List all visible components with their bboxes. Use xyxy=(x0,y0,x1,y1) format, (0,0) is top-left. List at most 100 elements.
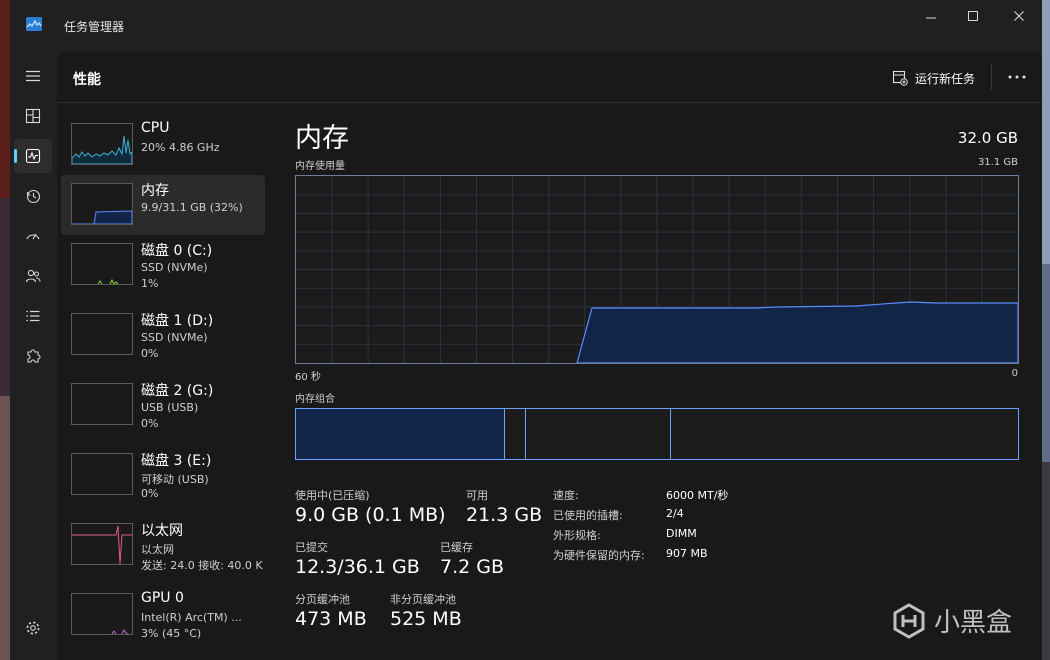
device-stat: 0% xyxy=(141,347,159,360)
memory-usage-graph xyxy=(295,175,1019,364)
hardware-reserved-value: 907 MB xyxy=(666,547,708,560)
nav-settings[interactable] xyxy=(14,611,52,645)
device-stat: 1% xyxy=(141,277,159,290)
nav-startup-apps[interactable] xyxy=(14,219,52,253)
maximize-button[interactable] xyxy=(950,6,996,26)
device-name: GPU 0 xyxy=(141,590,184,606)
paged-pool-label: 分页缓冲池 xyxy=(295,593,350,606)
task-manager-app-icon xyxy=(26,17,42,31)
speed-label: 速度: xyxy=(553,489,579,502)
available-label: 可用 xyxy=(466,489,488,502)
minimize-button[interactable] xyxy=(908,6,954,26)
memory-composition-label: 内存组合 xyxy=(295,394,335,405)
device-stat: Intel(R) Arc(TM) ... xyxy=(141,611,242,624)
device-item-cpu[interactable]: CPU 20% 4.86 GHz xyxy=(61,115,265,175)
watermark: 小黑盒 xyxy=(892,602,1012,639)
slots-value: 2/4 xyxy=(666,507,684,520)
device-stat: 0% xyxy=(141,417,159,430)
hardware-reserved-label: 为硬件保留的内存: xyxy=(553,549,645,562)
memory-usage-max: 31.1 GB xyxy=(977,157,1018,168)
processes-icon xyxy=(25,108,41,124)
desktop-background-left xyxy=(0,0,10,660)
nonpaged-pool-value: 525 MB xyxy=(390,608,462,630)
device-item-memory[interactable]: 内存 9.9/31.1 GB (32%) xyxy=(61,175,265,235)
navigation-rail xyxy=(10,52,57,660)
users-icon xyxy=(25,269,41,283)
window-title: 任务管理器 xyxy=(64,20,125,34)
device-item-disk-1[interactable]: 磁盘 1 (D:) SSD (NVMe) 0% xyxy=(61,305,265,365)
nav-details[interactable] xyxy=(14,299,52,333)
composition-standby xyxy=(526,409,671,459)
detail-title: 内存 xyxy=(295,123,349,154)
form-factor-value: DIMM xyxy=(666,527,697,540)
device-thumbnail-disk-1 xyxy=(71,313,133,355)
device-list: CPU 20% 4.86 GHz 内存 9.9/31.1 GB (32%) 磁盘… xyxy=(57,103,267,660)
gear-icon xyxy=(26,621,40,635)
device-thumbnail-disk-3 xyxy=(71,453,133,495)
nav-app-history[interactable] xyxy=(14,179,52,213)
device-stat: 0% xyxy=(141,487,159,500)
device-stat: 以太网 xyxy=(141,543,174,556)
device-name: CPU xyxy=(141,120,170,136)
device-thumbnail-disk-2 xyxy=(71,383,133,425)
more-icon xyxy=(1008,75,1026,79)
device-item-disk-2[interactable]: 磁盘 2 (G:) USB (USB) 0% xyxy=(61,375,265,435)
device-stat: SSD (NVMe) xyxy=(141,261,208,274)
composition-in-use xyxy=(296,409,505,459)
device-stat: 发送: 24.0 接收: 40.0 K xyxy=(141,559,263,572)
device-stat: 9.9/31.1 GB (32%) xyxy=(141,201,243,214)
page-title: 性能 xyxy=(73,72,101,88)
nav-processes[interactable] xyxy=(14,99,52,133)
watermark-text: 小黑盒 xyxy=(934,608,1013,638)
history-icon xyxy=(26,189,41,204)
hamburger-menu-button[interactable] xyxy=(14,59,52,93)
title-bar[interactable]: 任务管理器 xyxy=(10,0,1042,52)
xiaoheihe-logo-icon xyxy=(893,602,925,639)
nav-services[interactable] xyxy=(14,339,52,373)
device-item-gpu-0[interactable]: GPU 0 Intel(R) Arc(TM) ... 3% (45 °C) xyxy=(61,585,265,645)
nav-performance[interactable] xyxy=(14,139,52,173)
minimize-icon xyxy=(926,17,936,19)
run-new-task-button[interactable]: 运行新任务 xyxy=(892,68,975,88)
graph-time-right: 0 xyxy=(1011,368,1018,379)
maximize-icon xyxy=(968,11,978,21)
desktop-background-right xyxy=(1042,0,1050,660)
device-thumbnail-memory xyxy=(71,183,133,225)
nonpaged-pool-label: 非分页缓冲池 xyxy=(390,593,456,606)
new-task-icon xyxy=(892,70,908,86)
memory-usage-label: 内存使用量 xyxy=(295,161,345,172)
device-stat: 3% (45 °C) xyxy=(141,627,202,640)
cached-value: 7.2 GB xyxy=(440,556,505,578)
cached-label: 已缓存 xyxy=(440,541,473,554)
run-new-task-label: 运行新任务 xyxy=(915,71,976,86)
composition-modified xyxy=(505,409,526,459)
graph-time-left: 60 秒 xyxy=(295,372,321,383)
composition-free xyxy=(671,409,1018,459)
device-name: 磁盘 2 (G:) xyxy=(141,383,214,399)
more-options-button[interactable] xyxy=(1005,64,1029,90)
device-item-ethernet[interactable]: 以太网 以太网 发送: 24.0 接收: 40.0 K xyxy=(61,515,265,575)
memory-composition-bar xyxy=(295,408,1019,460)
page-header: 性能 运行新任务 xyxy=(57,52,1042,103)
device-thumbnail-gpu-0 xyxy=(71,593,133,635)
list-icon xyxy=(26,310,40,322)
device-name: 磁盘 3 (E:) xyxy=(141,453,212,469)
in-use-label: 使用中(已压缩) xyxy=(295,489,370,502)
device-name: 以太网 xyxy=(141,523,183,539)
device-stat: SSD (NVMe) xyxy=(141,331,208,344)
task-manager-window: 任务管理器 性能 运行新任务 CPU 20% 4.86 GHz 内存 9.9/3… xyxy=(10,0,1042,660)
device-thumbnail-ethernet xyxy=(71,523,133,565)
device-stat: 20% 4.86 GHz xyxy=(141,141,220,154)
in-use-value: 9.0 GB (0.1 MB) xyxy=(295,504,446,526)
memory-detail-panel: 内存 32.0 GB 内存使用量 31.1 GB 60 秒 0 内存组合 使用中… xyxy=(294,103,1029,660)
puzzle-icon xyxy=(27,349,41,363)
close-icon xyxy=(1014,11,1024,21)
close-button[interactable] xyxy=(996,6,1042,26)
device-thumbnail-disk-0 xyxy=(71,243,133,285)
paged-pool-value: 473 MB xyxy=(295,608,367,630)
device-item-disk-0[interactable]: 磁盘 0 (C:) SSD (NVMe) 1% xyxy=(61,235,265,295)
device-item-disk-3[interactable]: 磁盘 3 (E:) 可移动 (USB) 0% xyxy=(61,445,265,505)
device-name: 磁盘 0 (C:) xyxy=(141,243,213,259)
device-name: 内存 xyxy=(141,183,169,199)
nav-users[interactable] xyxy=(14,259,52,293)
